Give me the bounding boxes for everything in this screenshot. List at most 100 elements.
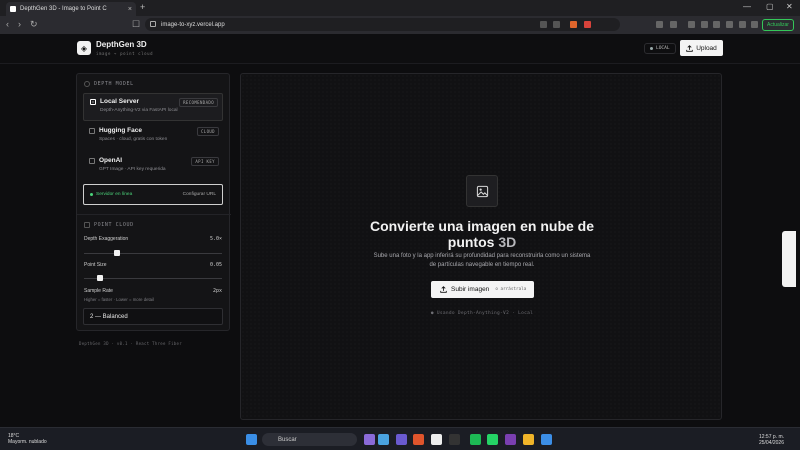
option-subtitle: GPT Image · API key requerida <box>99 167 166 172</box>
forward-icon[interactable]: › <box>18 19 21 29</box>
upload-image-label: Subir imagen <box>451 286 490 293</box>
tab-close-icon[interactable]: × <box>128 6 132 13</box>
reload-icon[interactable]: ↻ <box>30 19 38 30</box>
maximize-button[interactable]: ▢ <box>766 2 774 11</box>
notion-icon[interactable] <box>431 434 442 445</box>
radio-selected-icon <box>90 99 96 105</box>
brand-tagline: image → point cloud <box>96 51 154 56</box>
back-icon[interactable]: ‹ <box>6 19 9 29</box>
point-cloud-heading: POINT CLOUD <box>84 222 134 228</box>
downloads-icon[interactable] <box>688 21 695 28</box>
radio-icon <box>89 128 95 134</box>
logo-icon: ◈ <box>77 41 91 55</box>
minimize-button[interactable]: — <box>743 2 751 11</box>
model-in-use-text: Usando Depth-Anything-V2 · Local <box>436 311 534 316</box>
app-viewport: ◈ DepthGen 3D image → point cloud LOCAL … <box>0 34 800 427</box>
headline-line-1: Convierte una imagen en nube de <box>369 218 595 234</box>
profile-icon[interactable] <box>751 21 758 28</box>
app-icon[interactable] <box>364 434 375 445</box>
slider-thumb[interactable] <box>97 275 104 281</box>
app-icon[interactable] <box>505 434 516 445</box>
site-info-icon[interactable] <box>150 21 156 27</box>
drag-hint: o arrástrala <box>495 287 527 292</box>
brave-browser-icon[interactable] <box>413 434 424 445</box>
brave-shield-icon[interactable] <box>570 21 577 28</box>
sidebar-icon[interactable] <box>713 21 720 28</box>
windows-start-icon[interactable] <box>246 434 257 445</box>
depth-exaggeration-slider[interactable] <box>84 250 222 256</box>
weather-widget[interactable]: 18°C Mayorm. nublado <box>8 433 47 445</box>
model-option-hugging-face[interactable]: Hugging Face Spaces · cloud, gratis con … <box>83 123 223 151</box>
sample-rate-hint: Higher = faster · Lower = more detail <box>84 297 154 302</box>
upload-button[interactable]: Upload <box>680 40 723 56</box>
radio-icon <box>89 158 95 164</box>
browser-side-panel[interactable] <box>782 231 796 287</box>
point-size-slider[interactable] <box>84 275 222 281</box>
star-icon[interactable] <box>553 21 560 28</box>
image-icon <box>466 175 498 207</box>
settings-sidebar: DEPTH MODEL Local Server Depth-Anything-… <box>76 73 231 331</box>
point-size-label: Point Size <box>84 262 107 268</box>
point-cloud-icon <box>84 222 90 228</box>
main-headline: Convierte una imagen en nube de puntos 3… <box>241 218 723 250</box>
app-icon[interactable] <box>396 434 407 445</box>
configure-url-link[interactable]: Configurar URL <box>183 192 216 197</box>
extension-icon[interactable] <box>670 21 677 28</box>
local-mode-label: LOCAL <box>656 46 670 51</box>
server-status-text: Servidor en línea <box>96 192 133 197</box>
recommended-badge: RECOMENDADO <box>179 98 218 107</box>
browser-toolbar: ‹ › ↻ ☐ image-to-xyz.vercel.app Actualiz… <box>0 16 800 34</box>
brand-name: DepthGen 3D <box>96 40 147 49</box>
upload-image-button[interactable]: Subir imagen o arrástrala <box>431 281 534 298</box>
file-explorer-icon[interactable] <box>523 434 534 445</box>
browser-tab-strip: DepthGen 3D - Image to Point C × + — ▢ ✕ <box>0 0 800 16</box>
point-size-value: 0.05 <box>209 262 222 268</box>
taskbar-search[interactable]: Buscar <box>262 433 357 446</box>
url-text: image-to-xyz.vercel.app <box>161 21 225 28</box>
depth-exaggeration-value: 5.0× <box>209 236 222 242</box>
depth-model-heading: DEPTH MODEL <box>84 81 134 87</box>
address-bar[interactable]: image-to-xyz.vercel.app <box>145 18 620 31</box>
depth-model-title: DEPTH MODEL <box>94 81 134 87</box>
sample-rate-select[interactable]: 2 — Balanced <box>83 308 223 325</box>
app-icon[interactable] <box>541 434 552 445</box>
terminal-icon[interactable] <box>449 434 460 445</box>
model-option-local-server[interactable]: Local Server Depth-Anything-V2 via FastA… <box>83 93 223 121</box>
browser-tab[interactable]: DepthGen 3D - Image to Point C × <box>6 2 136 16</box>
translate-icon[interactable] <box>540 21 547 28</box>
tab-title: DepthGen 3D - Image to Point C <box>20 6 107 12</box>
upload-icon <box>440 286 447 293</box>
sample-rate-value: 2px <box>212 288 222 294</box>
clock-date: 25/04/2026 <box>758 440 784 446</box>
brave-rewards-icon[interactable] <box>584 21 591 28</box>
whatsapp-icon[interactable] <box>487 434 498 445</box>
main-description: Sube una foto y la app inferirá su profu… <box>373 253 591 268</box>
depth-exaggeration-label: Depth Exaggeration <box>84 236 129 242</box>
bookmark-icon[interactable]: ☐ <box>132 19 140 30</box>
app-icon[interactable] <box>378 434 389 445</box>
spotify-icon[interactable] <box>470 434 481 445</box>
headline-line-2: puntos <box>447 234 495 250</box>
wallet-icon[interactable] <box>726 21 733 28</box>
app-header: ◈ DepthGen 3D image → point cloud LOCAL … <box>0 34 800 64</box>
extension-icon[interactable] <box>656 21 663 28</box>
upload-label: Upload <box>696 44 717 52</box>
cloud-badge: CLOUD <box>196 127 219 136</box>
update-button[interactable]: Actualizar <box>762 19 794 31</box>
system-clock[interactable]: 12:57 p. m. 25/04/2026 <box>744 434 784 446</box>
option-subtitle: Depth-Anything-V2 via FastAPI local <box>100 108 178 113</box>
upload-drop-zone[interactable]: Convierte una imagen en nube de puntos 3… <box>240 73 722 420</box>
new-tab-button[interactable]: + <box>140 2 145 12</box>
close-window-button[interactable]: ✕ <box>786 2 793 11</box>
model-option-openai[interactable]: OpenAI GPT Image · API key requerida API… <box>83 153 223 181</box>
vpn-icon[interactable] <box>739 21 746 28</box>
media-icon[interactable] <box>701 21 708 28</box>
point-cloud-title: POINT CLOUD <box>94 222 134 228</box>
slider-thumb[interactable] <box>114 250 121 256</box>
site-favicon-icon <box>10 6 16 12</box>
update-label: Actualizar <box>767 22 789 28</box>
server-status: Servidor en línea <box>90 192 132 197</box>
server-status-box: Servidor en línea Configurar URL <box>83 184 223 205</box>
api-key-badge: API KEY <box>191 157 219 166</box>
model-in-use-note: ● Usando Depth-Anything-V2 · Local <box>430 311 534 316</box>
